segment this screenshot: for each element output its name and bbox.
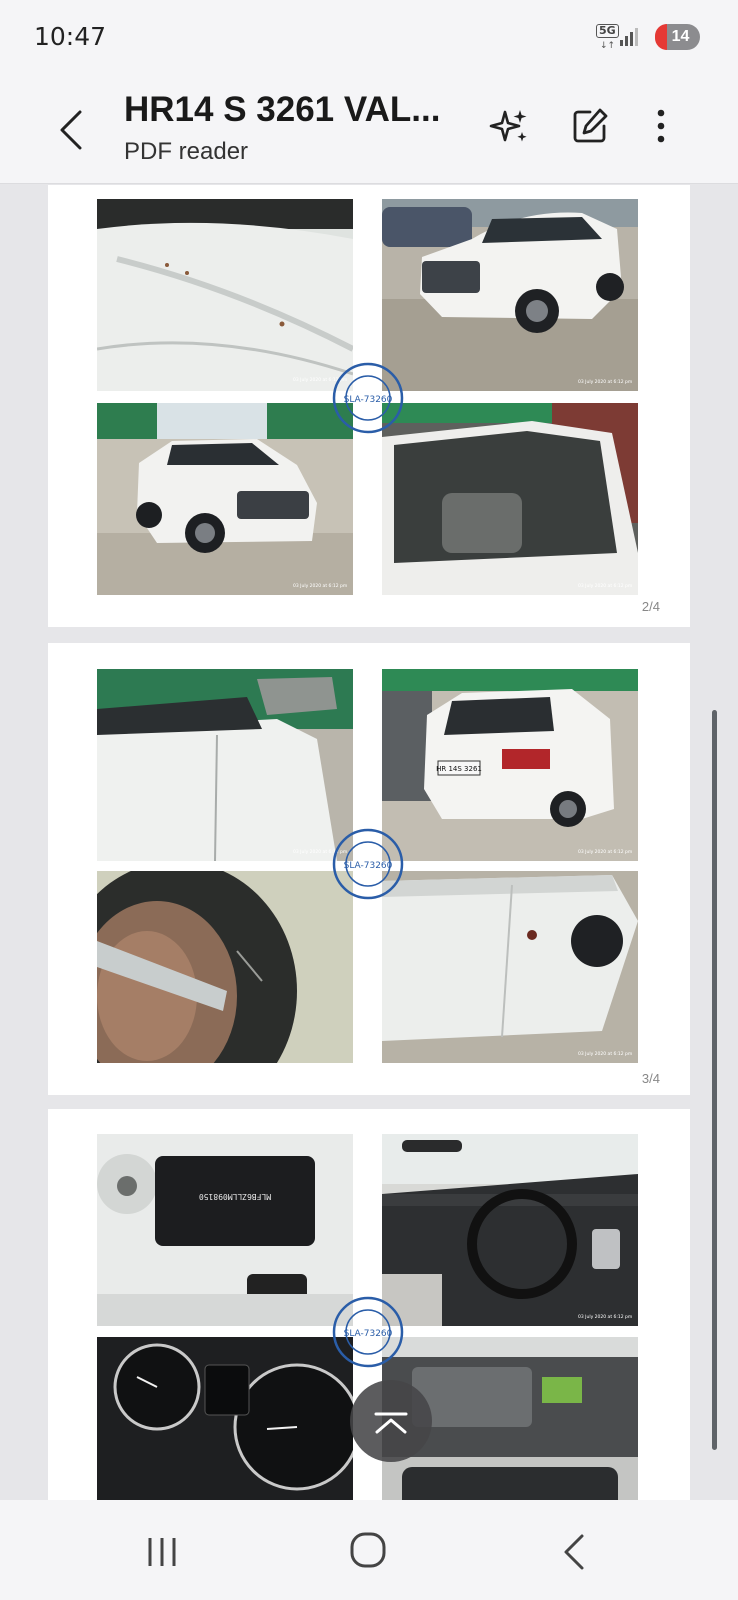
status-time: 10:47 [34,22,107,51]
assessor-stamp-icon: SLA-73260 [332,362,404,434]
home-icon [350,1532,386,1568]
svg-text:↓↑: ↓↑ [600,41,615,50]
bonnet-scratch-photo: 03 July 2020 at 6:12 pm [97,199,353,391]
home-button[interactable] [346,1528,390,1572]
car-front-left-photo: 03 July 2020 at 6:12 pm [97,403,353,595]
pdf-document-viewport[interactable]: 03 July 2020 at 6:12 pm 03 July 2020 at … [0,185,738,1500]
car-front-right-photo: 03 July 2020 at 6:12 pm [382,199,638,391]
car-interior-window-photo: 03 July 2020 at 6:12 pm [382,403,638,595]
svg-text:SLA-73260: SLA-73260 [344,1329,393,1339]
number-plate: HR 14S 3261 [436,765,482,773]
scroll-top-chevron-icon [374,1412,408,1434]
photo-timestamp: 03 July 2020 at 6:12 pm [578,1314,632,1320]
back-button[interactable] [50,106,94,154]
vin-text: MLFB6ZLLM098150 [199,1192,271,1201]
ai-assist-button[interactable] [488,104,532,148]
photo-timestamp: 03 July 2020 at 6:12 pm [578,379,632,385]
tyre-damage-photo [97,871,353,1063]
recent-apps-button[interactable] [140,1532,184,1572]
photo-timestamp: 03 July 2020 at 6:12 pm [578,849,632,855]
nav-back-button[interactable] [556,1530,592,1574]
odometer-photo [97,1337,353,1500]
nav-back-icon [564,1534,584,1570]
photo-timestamp: 03 July 2020 at 6:12 pm [578,583,632,589]
edit-note-icon [573,108,608,143]
edit-button[interactable] [568,104,612,148]
assessor-stamp-icon: SLA-73260 [332,828,404,900]
document-subtitle: PDF reader [124,138,249,165]
scroll-to-top-button[interactable] [350,1380,432,1462]
vin-plate-photo: MLFB6ZLLM098150 [97,1134,353,1326]
dashboard-photo: 03 July 2020 at 6:12 pm [382,1134,638,1326]
photo-timestamp: 03 July 2020 at 6:12 pm [293,583,347,589]
svg-text:SLA-73260: SLA-73260 [344,395,393,405]
battery-low-icon: 14 [655,24,700,50]
battery-level: 14 [671,28,690,45]
car-rear-photo: HR 14S 3261 03 July 2020 at 6:12 pm [382,669,638,861]
page-number: 3/4 [641,1071,660,1086]
assessor-stamp-icon: SLA-73260 [332,1296,404,1368]
sparkle-ai-icon [489,110,527,142]
recent-apps-icon [148,1538,176,1566]
app-bar: HR14 S 3261 VAL... PDF reader [0,76,738,184]
more-vertical-icon [657,109,665,143]
svg-text:SLA-73260: SLA-73260 [344,861,393,871]
door-mirror-photo: 03 July 2020 at 6:12 pm [97,669,353,861]
signal-icon: 5G ↓↑ [596,24,648,50]
page-number: 2/4 [641,599,660,614]
photo-timestamp: 03 July 2020 at 6:12 pm [578,1051,632,1057]
pdf-page: 03 July 2020 at 6:12 pm 03 July 2020 at … [48,185,690,627]
scrollbar-thumb[interactable] [712,710,717,1450]
system-navigation-bar [0,1500,738,1600]
door-dent-photo: 03 July 2020 at 6:12 pm [382,871,638,1063]
pdf-page: 03 July 2020 at 6:12 pm HR 14S 3261 03 J… [48,643,690,1095]
status-bar: 10:47 5G ↓↑ 14 [0,0,738,76]
back-arrow-icon [60,110,82,150]
document-title: HR14 S 3261 VAL... [124,90,441,129]
more-options-button[interactable] [646,104,676,148]
